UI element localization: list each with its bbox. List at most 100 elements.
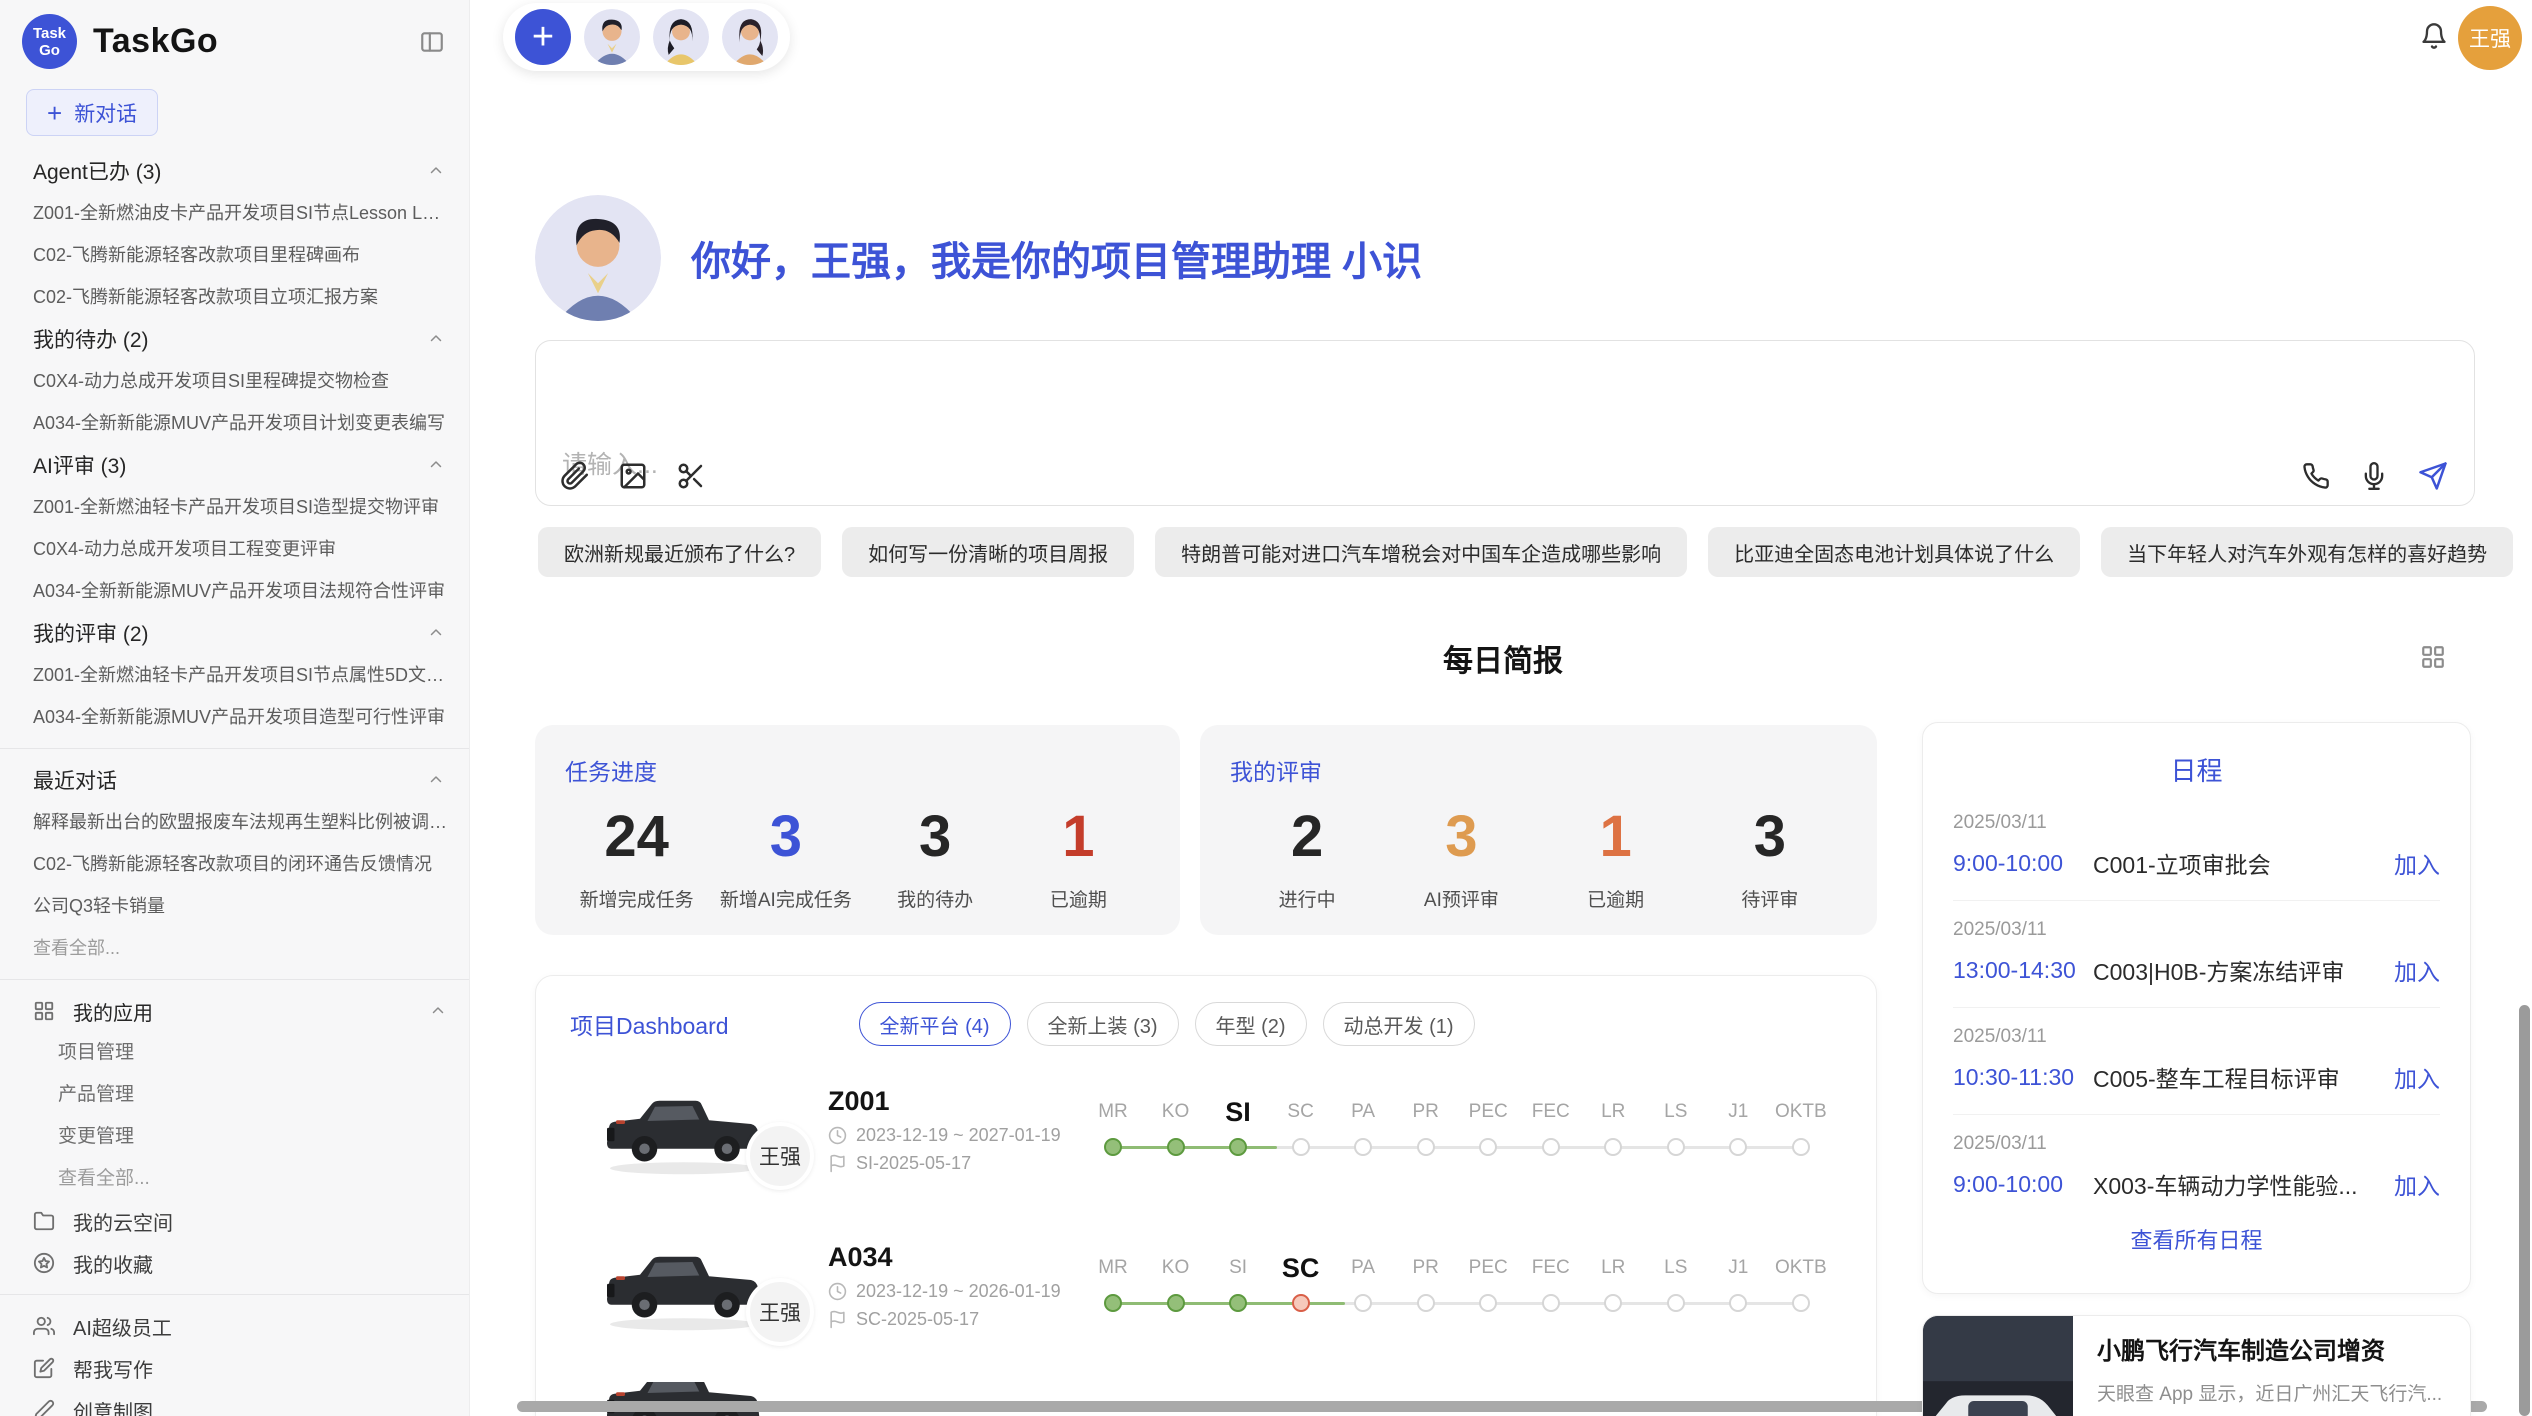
milestone-label: FEC [1532, 1094, 1570, 1130]
filter-new-platform[interactable]: 全新平台 (4) [859, 1002, 1011, 1046]
sidebar-item-favorites[interactable]: 我的收藏 [0, 1242, 469, 1284]
avatar[interactable] [653, 9, 709, 65]
layout-grid-icon[interactable] [2420, 644, 2446, 670]
avatar[interactable] [584, 9, 640, 65]
vertical-scrollbar[interactable] [2519, 1005, 2530, 1416]
app-item-change-mgmt[interactable]: 变更管理 [0, 1116, 469, 1158]
milestone-J1[interactable]: J1 [1708, 1250, 1768, 1346]
project-row: 王强 A034 2023-12-19 ~ 2026-01-19 SC-2025-… [601, 1226, 1831, 1346]
list-item[interactable]: Z001-全新燃油皮卡产品开发项目SI节点Lesson Learn报告 [0, 192, 469, 234]
milestone-PR[interactable]: PR [1396, 1250, 1456, 1346]
list-item[interactable]: A034-全新新能源MUV产品开发项目造型可行性评审 [0, 696, 469, 738]
section-agent-done[interactable]: Agent已办 (3) [0, 150, 469, 192]
sidebar-item-creative-draw[interactable]: 创意制图 [0, 1389, 469, 1416]
message-composer[interactable]: 请输入... [535, 340, 2475, 506]
milestone-OKTB[interactable]: OKTB [1771, 1094, 1831, 1190]
suggestion-chip[interactable]: 比亚迪全固态电池计划具体说了什么 [1708, 527, 2080, 577]
new-chat-button[interactable]: + 新对话 [26, 89, 158, 136]
image-icon[interactable] [618, 461, 648, 491]
list-item[interactable]: C0X4-动力总成开发项目SI里程碑提交物检查 [0, 360, 469, 402]
app-item-product-mgmt[interactable]: 产品管理 [0, 1074, 469, 1116]
section-my-todo[interactable]: 我的待办 (2) [0, 318, 469, 360]
news-body: 小鹏飞行汽车制造公司增资 天眼查 App 显示，近日广州汇天飞行汽... [2073, 1316, 2470, 1416]
add-conversation-button[interactable]: + [515, 9, 571, 65]
list-item[interactable]: C02-飞腾新能源轻客改款项目立项汇报方案 [0, 276, 469, 318]
chevron-up-icon [429, 1002, 447, 1020]
milestone-SI[interactable]: SI [1208, 1094, 1268, 1190]
suggestion-chip[interactable]: 如何写一份清晰的项目周报 [842, 527, 1134, 577]
milestone-LS[interactable]: LS [1646, 1250, 1706, 1346]
news-card[interactable]: 小鹏飞行汽车制造公司增资 天眼查 App 显示，近日广州汇天飞行汽... [1922, 1315, 2471, 1416]
list-item[interactable]: Z001-全新燃油轻卡产品开发项目SI造型提交物评审 [0, 486, 469, 528]
milestone-MR[interactable]: MR [1083, 1250, 1143, 1346]
scissors-icon[interactable] [676, 461, 706, 491]
list-item[interactable]: A034-全新新能源MUV产品开发项目计划变更表编写 [0, 402, 469, 444]
project-name[interactable]: Z001 [828, 1086, 1083, 1117]
milestone-PEC[interactable]: PEC [1458, 1250, 1518, 1346]
collapse-sidebar-icon[interactable] [419, 29, 445, 55]
section-recent-chats[interactable]: 最近对话 [0, 759, 469, 801]
filter-powertrain[interactable]: 动总开发 (1) [1323, 1002, 1475, 1046]
flag-date: SC-2025-05-17 [856, 1309, 979, 1330]
suggestion-chip[interactable]: 欧洲新规最近颁布了什么? [538, 527, 821, 577]
card-title: 任务进度 [565, 753, 1150, 787]
filter-new-body[interactable]: 全新上装 (3) [1027, 1002, 1179, 1046]
phone-icon[interactable] [2302, 462, 2330, 490]
list-item[interactable]: 解释最新出台的欧盟报废车法规再生塑料比例被调至15%... [0, 801, 469, 843]
milestone-SI[interactable]: SI [1208, 1250, 1268, 1346]
milestone-LR[interactable]: LR [1583, 1094, 1643, 1190]
milestone-J1[interactable]: J1 [1708, 1094, 1768, 1190]
app-item-project-mgmt[interactable]: 项目管理 [0, 1032, 469, 1074]
milestone-LS[interactable]: LS [1646, 1094, 1706, 1190]
view-all-chats-link[interactable]: 查看全部... [0, 927, 469, 969]
sidebar-item-ai-employee[interactable]: AI超级员工 [0, 1305, 469, 1347]
milestone-PR[interactable]: PR [1396, 1094, 1456, 1190]
list-item[interactable]: Z001-全新燃油轻卡产品开发项目SI节点属性5D文件评审 [0, 654, 469, 696]
suggestion-chip[interactable]: 当下年轻人对汽车外观有怎样的喜好趋势 [2101, 527, 2513, 577]
sidebar-item-cloud-space[interactable]: 我的云空间 [0, 1200, 469, 1242]
milestone-FEC[interactable]: FEC [1521, 1250, 1581, 1346]
sidebar-item-help-write[interactable]: 帮我写作 [0, 1347, 469, 1389]
stat-label: 已逾期 [1018, 885, 1138, 912]
project-name[interactable]: A034 [828, 1242, 1083, 1273]
list-item[interactable]: C02-飞腾新能源轻客改款项目里程碑画布 [0, 234, 469, 276]
suggestion-chip[interactable]: 特朗普可能对进口汽车增税会对中国车企造成哪些影响 [1155, 527, 1687, 577]
send-icon[interactable] [2418, 461, 2448, 491]
mic-icon[interactable] [2360, 462, 2388, 490]
milestone-SC[interactable]: SC [1271, 1250, 1331, 1346]
user-avatar[interactable]: 王强 [2458, 6, 2522, 70]
join-link[interactable]: 加入 [2394, 1060, 2440, 1094]
milestone-FEC[interactable]: FEC [1521, 1094, 1581, 1190]
join-link[interactable]: 加入 [2394, 1167, 2440, 1201]
section-ai-review[interactable]: AI评审 (3) [0, 444, 469, 486]
view-all-apps-link[interactable]: 查看全部... [0, 1158, 469, 1200]
list-item[interactable]: C0X4-动力总成开发项目工程变更评审 [0, 528, 469, 570]
paperclip-icon[interactable] [560, 461, 590, 491]
ai-employee-label: AI超级员工 [73, 1312, 447, 1341]
milestone-OKTB[interactable]: OKTB [1771, 1250, 1831, 1346]
join-link[interactable]: 加入 [2394, 846, 2440, 880]
join-link[interactable]: 加入 [2394, 953, 2440, 987]
milestone-dot [1167, 1294, 1185, 1312]
milestone-KO[interactable]: KO [1146, 1094, 1206, 1190]
list-item[interactable]: 公司Q3轻卡销量 [0, 885, 469, 927]
briefing-stats-row: 任务进度 24 新增完成任务 3 新增AI完成任务 3 我的待办 [535, 725, 1877, 935]
milestone-PEC[interactable]: PEC [1458, 1094, 1518, 1190]
milestone-MR[interactable]: MR [1083, 1094, 1143, 1190]
stat-label: 新增AI完成任务 [720, 885, 852, 912]
milestone-LR[interactable]: LR [1583, 1250, 1643, 1346]
list-item[interactable]: A034-全新新能源MUV产品开发项目法规符合性评审 [0, 570, 469, 612]
milestone-PA[interactable]: PA [1333, 1250, 1393, 1346]
filter-year-model[interactable]: 年型 (2) [1195, 1002, 1307, 1046]
milestone-SC[interactable]: SC [1271, 1094, 1331, 1190]
milestone-PA[interactable]: PA [1333, 1094, 1393, 1190]
avatar[interactable] [722, 9, 778, 65]
milestone-label: LS [1664, 1094, 1687, 1130]
notification-bell-icon[interactable] [2420, 22, 2448, 50]
list-item[interactable]: C02-飞腾新能源轻客改款项目的闭环通告反馈情况 [0, 843, 469, 885]
milestone-KO[interactable]: KO [1146, 1250, 1206, 1346]
creative-draw-label: 创意制图 [73, 1396, 447, 1416]
section-my-review[interactable]: 我的评审 (2) [0, 612, 469, 654]
view-all-schedule-link[interactable]: 查看所有日程 [1923, 1223, 2470, 1255]
sidebar-item-my-apps[interactable]: 我的应用 [0, 990, 469, 1032]
